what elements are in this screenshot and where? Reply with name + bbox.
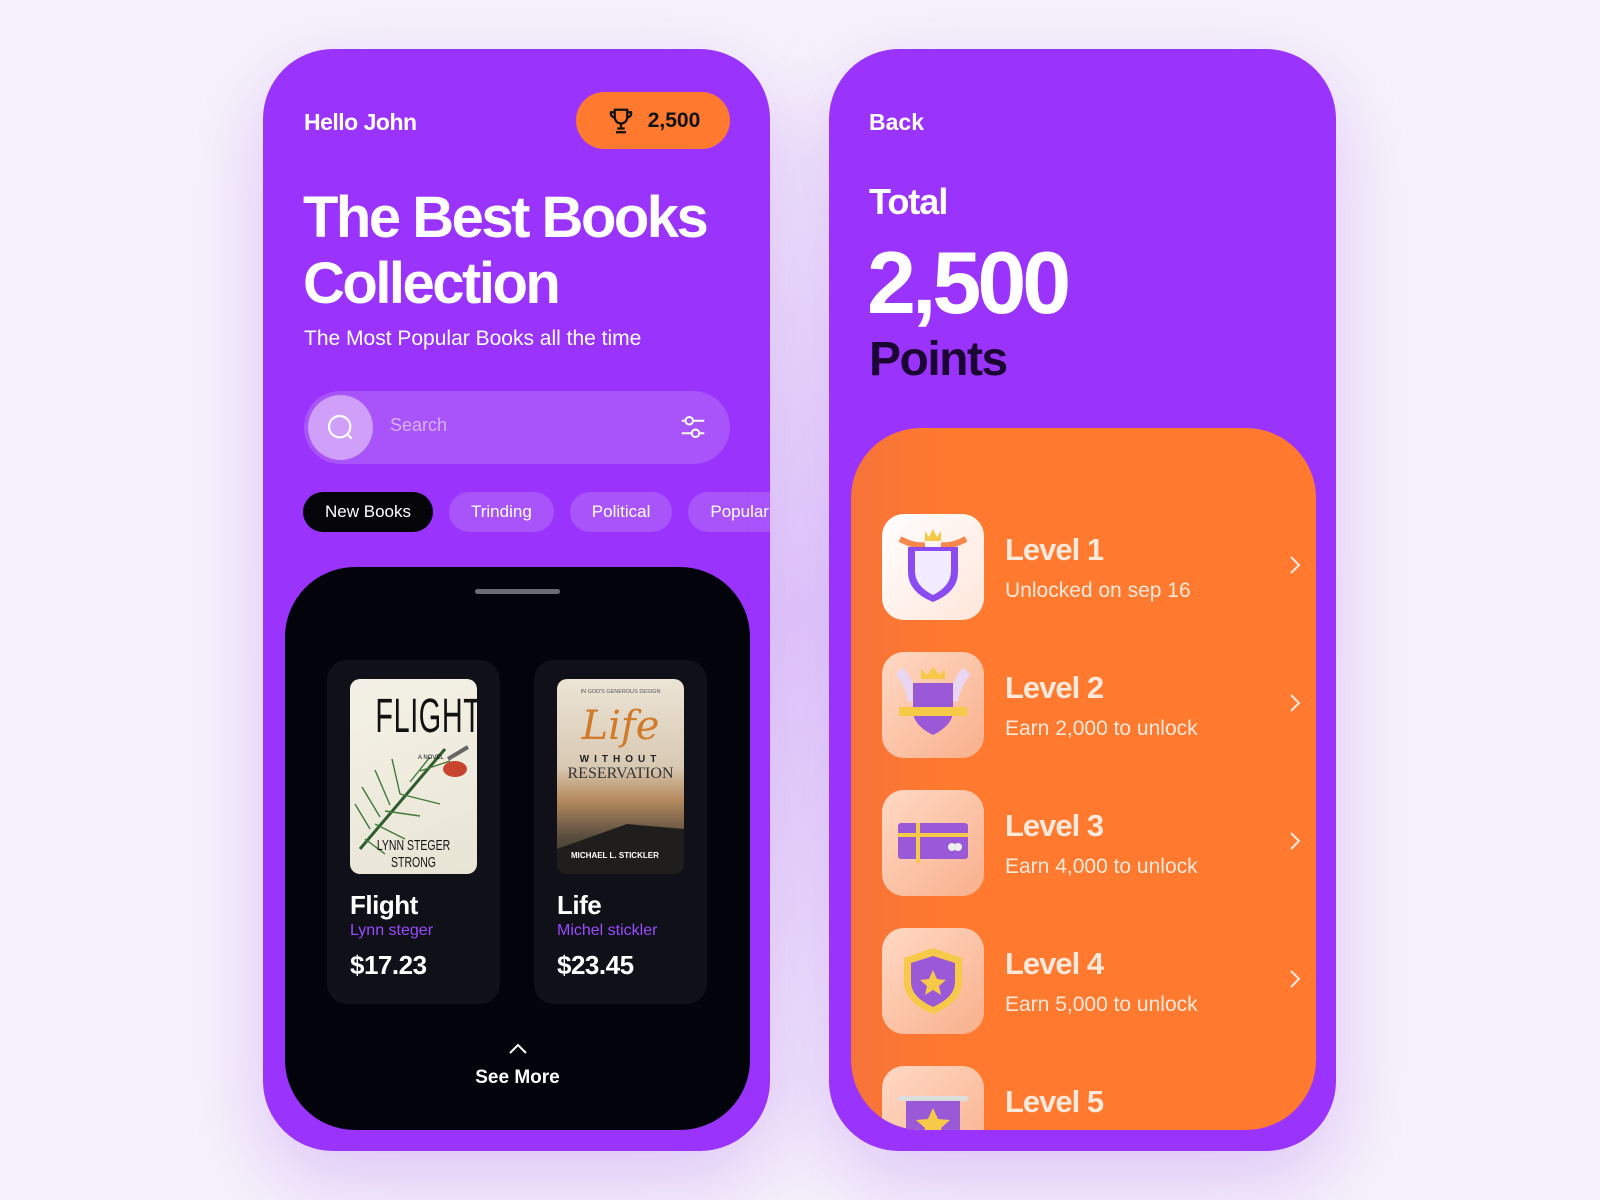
level-status: Unlocked on sep 16 — [1005, 579, 1191, 602]
crown-shield-icon — [882, 652, 984, 758]
trophy-icon — [609, 108, 633, 133]
subtitle: The Most Popular Books all the time — [304, 327, 642, 350]
search-bar[interactable]: Search — [304, 391, 730, 464]
cover-subtitle: A NOVEL — [418, 755, 444, 761]
chevron-right-icon — [1290, 970, 1301, 988]
category-chips: New Books Trinding Political Popular — [303, 492, 770, 532]
book-title: Life — [557, 890, 602, 920]
points-badge[interactable]: 2,500 — [576, 92, 730, 149]
total-points: 2,500 — [867, 233, 1071, 332]
points-screen: Back Total 2,500 Points Level 1 Unlocked… — [829, 49, 1336, 1151]
chip-new-books[interactable]: New Books — [303, 492, 433, 532]
shield-badge-icon — [882, 514, 984, 620]
cover-line: RESERVATION — [567, 765, 674, 782]
book-author: Michel stickler — [557, 922, 658, 939]
cover-top: IN GOD'S GENEROUS DESIGN — [580, 689, 661, 695]
back-button[interactable]: Back — [869, 109, 924, 136]
level-status: Earn 4,000 to unlock — [1005, 855, 1198, 878]
level-status: Earn 5,000 to unlock — [1005, 993, 1198, 1016]
cover-line: WITHOUT — [579, 754, 662, 765]
chevron-right-icon — [1290, 694, 1301, 712]
level-title: Level 1 — [1005, 532, 1104, 567]
book-price: $23.45 — [557, 950, 634, 980]
drag-handle[interactable] — [475, 589, 560, 594]
cover-script: Life — [581, 703, 660, 749]
cover-author: LYNN STEGER STRONG — [376, 837, 451, 871]
star-banner-icon — [882, 1066, 984, 1130]
book-cover: FLIGHT A NOVEL LYNN STEGER STRONG — [350, 679, 477, 874]
chevron-right-icon — [1290, 832, 1301, 850]
home-screen: Hello John 2,500 The Best Books Collectio… — [263, 49, 770, 1151]
cover-title: FLIGHT — [375, 690, 477, 743]
chip-popular[interactable]: Popular — [688, 492, 770, 532]
gift-card-icon — [882, 790, 984, 896]
levels-panel: Level 1 Unlocked on sep 16 Level 2 Earn … — [851, 428, 1316, 1130]
book-card[interactable]: FLIGHT A NOVEL LYNN STEGER STRONG Flight… — [327, 660, 500, 1004]
greeting: Hello John — [304, 109, 417, 135]
book-author: Lynn steger — [350, 922, 434, 939]
sliders-icon[interactable] — [678, 411, 708, 443]
points-value: 2,500 — [647, 108, 701, 132]
chevron-right-icon — [1290, 556, 1301, 574]
book-price: $17.23 — [350, 950, 427, 980]
level-item[interactable]: Level 1 Unlocked on sep 16 — [882, 514, 1302, 620]
book-cover: IN GOD'S GENEROUS DESIGN Life WITHOUT RE… — [557, 679, 684, 874]
level-title: Level 3 — [1005, 808, 1104, 843]
search-button[interactable] — [308, 395, 373, 460]
title-line-2: Collection — [303, 251, 561, 316]
level-item[interactable]: Level 2 Earn 2,000 to unlock — [882, 652, 1302, 758]
level-item[interactable]: Level 4 Earn 5,000 to unlock — [882, 928, 1302, 1034]
book-card[interactable]: IN GOD'S GENEROUS DESIGN Life WITHOUT RE… — [534, 660, 707, 1004]
level-status: Earn 2,000 to unlock — [1005, 717, 1198, 740]
chip-trinding[interactable]: Trinding — [448, 492, 554, 532]
level-item[interactable]: Level 3 Earn 4,000 to unlock — [882, 790, 1302, 896]
points-unit: Points — [869, 333, 1008, 386]
book-title: Flight — [350, 890, 418, 920]
cover-author: MICHAEL L. STICKLER — [571, 851, 659, 860]
level-title: Level 5 — [1005, 1084, 1104, 1119]
level-title: Level 4 — [1005, 946, 1104, 981]
see-more-label: See More — [475, 1067, 560, 1088]
chevron-up-icon — [508, 1043, 527, 1054]
see-more-button[interactable]: See More — [285, 1042, 750, 1089]
level-title: Level 2 — [1005, 670, 1104, 705]
level-item[interactable]: Level 5 — [882, 1066, 1302, 1130]
title-line-1: The Best Books — [303, 185, 709, 250]
total-label: Total — [869, 181, 948, 222]
books-sheet: FLIGHT A NOVEL LYNN STEGER STRONG Flight… — [285, 567, 750, 1130]
page-title: The Best Books Collection — [303, 185, 709, 317]
search-input[interactable]: Search — [390, 415, 447, 436]
star-shield-icon — [882, 928, 984, 1034]
chip-political[interactable]: Political — [569, 492, 673, 532]
search-icon — [327, 414, 352, 439]
